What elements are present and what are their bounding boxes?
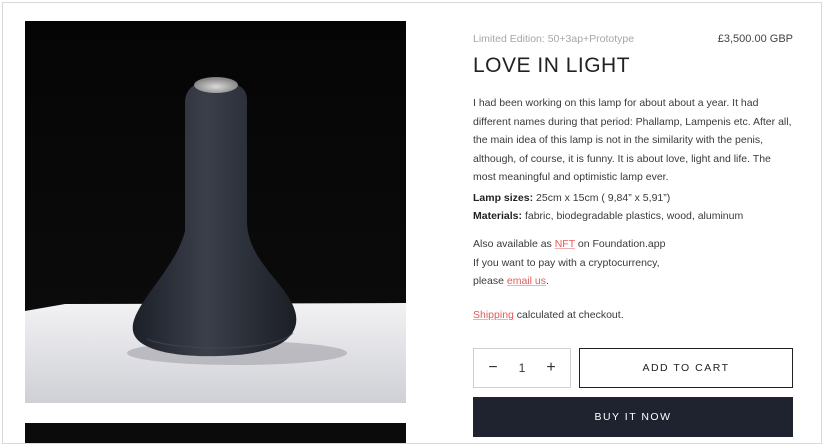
- shipping-link[interactable]: Shipping: [473, 309, 514, 321]
- edition-label: Limited Edition: 50+3ap+Prototype: [473, 33, 635, 45]
- product-image-main[interactable]: [25, 21, 406, 403]
- product-description: I had been working on this lamp for abou…: [473, 97, 792, 183]
- materials-row: Materials: fabric, biodegradable plastic…: [473, 207, 743, 225]
- materials-value: fabric, biodegradable plastics, wood, al…: [522, 210, 744, 222]
- email-prefix: please: [473, 275, 507, 287]
- crypto-line: If you want to pay with a cryptocurrency…: [473, 256, 660, 269]
- quantity-stepper: − 1 +: [473, 348, 571, 388]
- lamp-photo: [25, 21, 406, 403]
- add-to-cart-button[interactable]: ADD TO CART: [579, 348, 793, 388]
- email-suffix: .: [545, 275, 549, 287]
- lamp-sizes-value: 25cm x 15cm ( 9,84” x 5,91”): [533, 192, 671, 204]
- decrease-quantity-button[interactable]: −: [486, 359, 500, 377]
- nft-suffix: on Foundation.app: [574, 238, 666, 250]
- nft-line: Also available as NFT on Foundation.app: [473, 235, 665, 254]
- shipping-suffix: calculated at checkout.: [513, 309, 624, 321]
- nft-prefix: Also available as: [473, 238, 555, 250]
- product-page: Limited Edition: 50+3ap+Prototype £3,500…: [2, 2, 822, 444]
- lamp-sizes-label: Lamp sizes:: [473, 192, 534, 204]
- product-title: LOVE IN LIGHT: [473, 54, 631, 77]
- email-us-link[interactable]: email us: [507, 275, 546, 287]
- quantity-value[interactable]: 1: [519, 361, 526, 375]
- product-specs: Lamp sizes: 25cm x 15cm ( 9,84” x 5,91”)…: [473, 189, 743, 225]
- availability-note: Also available as NFT on Foundation.app …: [473, 235, 665, 291]
- lamp-sizes-row: Lamp sizes: 25cm x 15cm ( 9,84” x 5,91”): [473, 189, 743, 207]
- shipping-note: Shipping calculated at checkout.: [473, 309, 624, 321]
- nft-link[interactable]: NFT: [555, 238, 575, 250]
- increase-quantity-button[interactable]: +: [544, 359, 558, 377]
- materials-label: Materials:: [473, 210, 523, 222]
- email-line: please email us.: [473, 272, 665, 291]
- price: £3,500.00 GBP: [717, 33, 793, 45]
- buy-it-now-button[interactable]: BUY IT NOW: [473, 397, 793, 437]
- product-image-secondary[interactable]: [25, 423, 406, 443]
